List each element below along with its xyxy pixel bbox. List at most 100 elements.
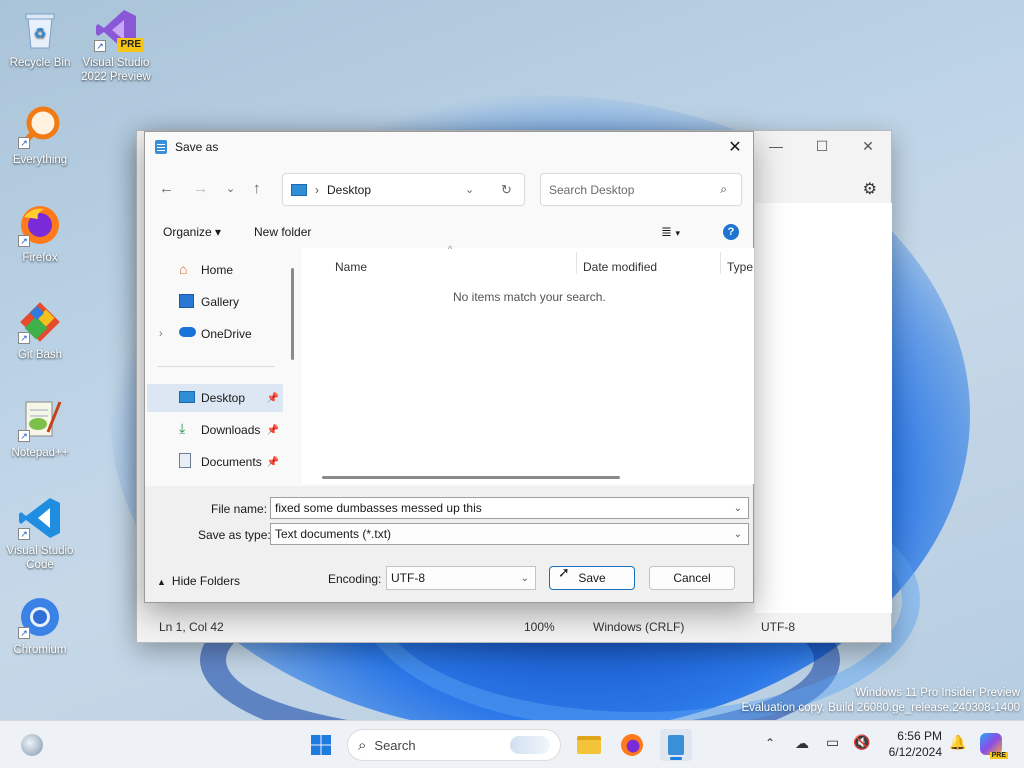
- show-hidden-icons-chevron-icon[interactable]: ⌃: [765, 736, 775, 750]
- pre-badge: PRE: [117, 38, 144, 52]
- line-endings: Windows (CRLF): [593, 620, 685, 634]
- minimize-icon[interactable]: —: [753, 131, 799, 161]
- notepad-status-bar: Ln 1, Col 42 100% Windows (CRLF) UTF-8: [137, 612, 891, 642]
- navigation-bar: ← → ⌄ ↑ › Desktop ⌄ ↻ Search Desktop ⌕: [145, 172, 753, 206]
- encoding-select[interactable]: UTF-8 ⌄: [386, 566, 536, 590]
- taskbar-search-box[interactable]: ⌕ Search: [347, 729, 561, 761]
- cancel-button[interactable]: Cancel: [649, 566, 735, 590]
- savetype-select[interactable]: Text documents (*.txt) ⌄: [270, 523, 749, 545]
- gallery-icon: [179, 294, 194, 308]
- help-icon[interactable]: ?: [723, 224, 739, 240]
- notification-bell-icon[interactable]: 🔔: [949, 734, 966, 751]
- clock-time: 6:56 PM: [897, 729, 942, 743]
- desktop-folder-icon: [291, 183, 307, 196]
- copilot-icon[interactable]: PRE: [980, 733, 1008, 759]
- filename-dropdown-chevron-icon[interactable]: ⌄: [734, 503, 742, 514]
- column-divider[interactable]: [720, 252, 721, 274]
- column-header-date-modified[interactable]: Date modified: [583, 260, 657, 274]
- notepad-editor[interactable]: [755, 203, 892, 613]
- widgets-icon[interactable]: [16, 729, 48, 761]
- volume-muted-icon[interactable]: 🔇: [853, 734, 870, 751]
- sidebar-item-home[interactable]: ⌂ Home: [147, 256, 283, 284]
- file-explorer-icon[interactable]: [573, 729, 605, 761]
- savetype-dropdown-chevron-icon[interactable]: ⌄: [734, 529, 742, 540]
- sidebar-item-downloads[interactable]: ⤓ Downloads 📌: [147, 416, 283, 444]
- command-bar: Organize ▾ New folder ≣ ▾ ?: [145, 218, 753, 246]
- desktop-icon-recycle-bin[interactable]: ♻ Recycle Bin: [2, 8, 78, 70]
- desktop-icon-git-bash[interactable]: ↗ Git Bash: [2, 300, 78, 362]
- view-options-icon[interactable]: ≣ ▾: [661, 224, 680, 240]
- sidebar-item-gallery[interactable]: Gallery: [147, 288, 283, 316]
- notepad-taskbar-icon[interactable]: [660, 729, 692, 761]
- git-bash-icon: ↗: [18, 300, 62, 344]
- shortcut-arrow-icon: ↗: [94, 40, 106, 52]
- shortcut-arrow-icon: ↗: [18, 332, 30, 344]
- notepad-plus-plus-icon: ↗: [18, 398, 62, 442]
- expand-chevron-icon[interactable]: ›: [159, 328, 163, 340]
- encoding-dropdown-chevron-icon[interactable]: ⌄: [521, 573, 529, 584]
- onedrive-cloud-icon: [179, 327, 196, 337]
- organize-button[interactable]: Organize ▾: [163, 225, 221, 239]
- network-icon[interactable]: ▭: [826, 734, 839, 751]
- close-icon[interactable]: ✕: [845, 131, 891, 161]
- column-header-type[interactable]: Type: [727, 260, 753, 274]
- shortcut-arrow-icon: ↗: [18, 627, 30, 639]
- up-arrow-icon[interactable]: ↑: [253, 180, 261, 197]
- sidebar-item-desktop[interactable]: Desktop 📌: [147, 384, 283, 412]
- dialog-title: Save as: [175, 140, 219, 154]
- search-icon: ⌕: [720, 182, 727, 196]
- recent-locations-chevron-icon[interactable]: ⌄: [226, 182, 235, 195]
- horizontal-scrollbar[interactable]: [322, 476, 620, 479]
- sidebar-item-documents[interactable]: Documents 📌: [147, 448, 283, 476]
- search-input[interactable]: Search Desktop: [549, 183, 634, 197]
- close-icon[interactable]: ✕: [723, 135, 747, 159]
- savetype-label: Save as type:: [198, 528, 271, 542]
- address-bar[interactable]: › Desktop ⌄ ↻: [282, 173, 525, 206]
- taskbar-search-input[interactable]: Search: [374, 738, 415, 753]
- column-header-name[interactable]: Name: [335, 260, 367, 274]
- download-icon: ⤓: [179, 420, 186, 436]
- cloud-offline-icon[interactable]: ☁: [795, 735, 809, 752]
- desktop-folder-icon: [179, 391, 195, 403]
- address-dropdown-chevron-icon[interactable]: ⌄: [465, 183, 474, 196]
- chevron-up-icon: ▲: [157, 577, 166, 587]
- copilot-pre-badge: PRE: [989, 752, 1008, 759]
- start-button[interactable]: [305, 729, 337, 761]
- sidebar-divider: [157, 366, 275, 367]
- refresh-icon[interactable]: ↻: [501, 182, 512, 198]
- desktop-icon-visual-studio-preview[interactable]: PRE ↗ Visual Studio 2022 Preview: [78, 8, 154, 84]
- shortcut-arrow-icon: ↗: [18, 137, 30, 149]
- column-divider[interactable]: [576, 252, 577, 274]
- gear-icon[interactable]: ⚙: [863, 179, 877, 199]
- sidebar-scrollbar[interactable]: [291, 268, 294, 360]
- file-list[interactable]: ^ Name Date modified Type No items match…: [302, 244, 754, 484]
- home-icon: ⌂: [179, 261, 188, 277]
- dialog-titlebar: Save as: [145, 132, 753, 162]
- recycle-bin-icon: ♻: [18, 8, 62, 52]
- filename-input[interactable]: fixed some dumbasses messed up this ⌄: [270, 497, 749, 519]
- new-folder-button[interactable]: New folder: [254, 225, 311, 239]
- sidebar-item-onedrive[interactable]: › OneDrive: [147, 320, 283, 348]
- shortcut-arrow-icon: ↗: [18, 430, 30, 442]
- back-arrow-icon[interactable]: ←: [159, 180, 174, 197]
- visual-studio-icon: PRE ↗: [94, 8, 144, 52]
- search-box[interactable]: Search Desktop ⌕: [540, 173, 742, 206]
- breadcrumb-location[interactable]: Desktop: [327, 183, 371, 197]
- cursor-position: Ln 1, Col 42: [159, 620, 224, 634]
- everything-search-icon: ↗: [18, 105, 62, 149]
- system-clock[interactable]: 6:56 PM 6/12/2024: [880, 728, 942, 760]
- desktop-icon-firefox[interactable]: ↗ Firefox: [2, 203, 78, 265]
- desktop-icon-everything[interactable]: ↗ Everything: [2, 105, 78, 167]
- desktop-icon-notepad-plus-plus[interactable]: ↗ Notepad++: [2, 398, 78, 460]
- maximize-icon[interactable]: ☐: [799, 131, 845, 161]
- filename-label: File name:: [211, 502, 268, 516]
- desktop-icon-chromium[interactable]: ↗ Chromium: [2, 595, 78, 657]
- desktop-icon-vscode[interactable]: ↗ Visual Studio Code: [2, 496, 78, 572]
- shortcut-arrow-icon: ↗: [18, 528, 30, 540]
- empty-message: No items match your search.: [453, 290, 606, 304]
- hide-folders-button[interactable]: ▲ Hide Folders: [157, 574, 240, 588]
- forward-arrow-icon[interactable]: →: [193, 180, 208, 197]
- save-as-dialog: Save as ✕ ← → ⌄ ↑ › Desktop ⌄ ↻ Search D…: [144, 131, 754, 603]
- pin-icon: 📌: [266, 392, 279, 404]
- firefox-taskbar-icon[interactable]: [616, 729, 648, 761]
